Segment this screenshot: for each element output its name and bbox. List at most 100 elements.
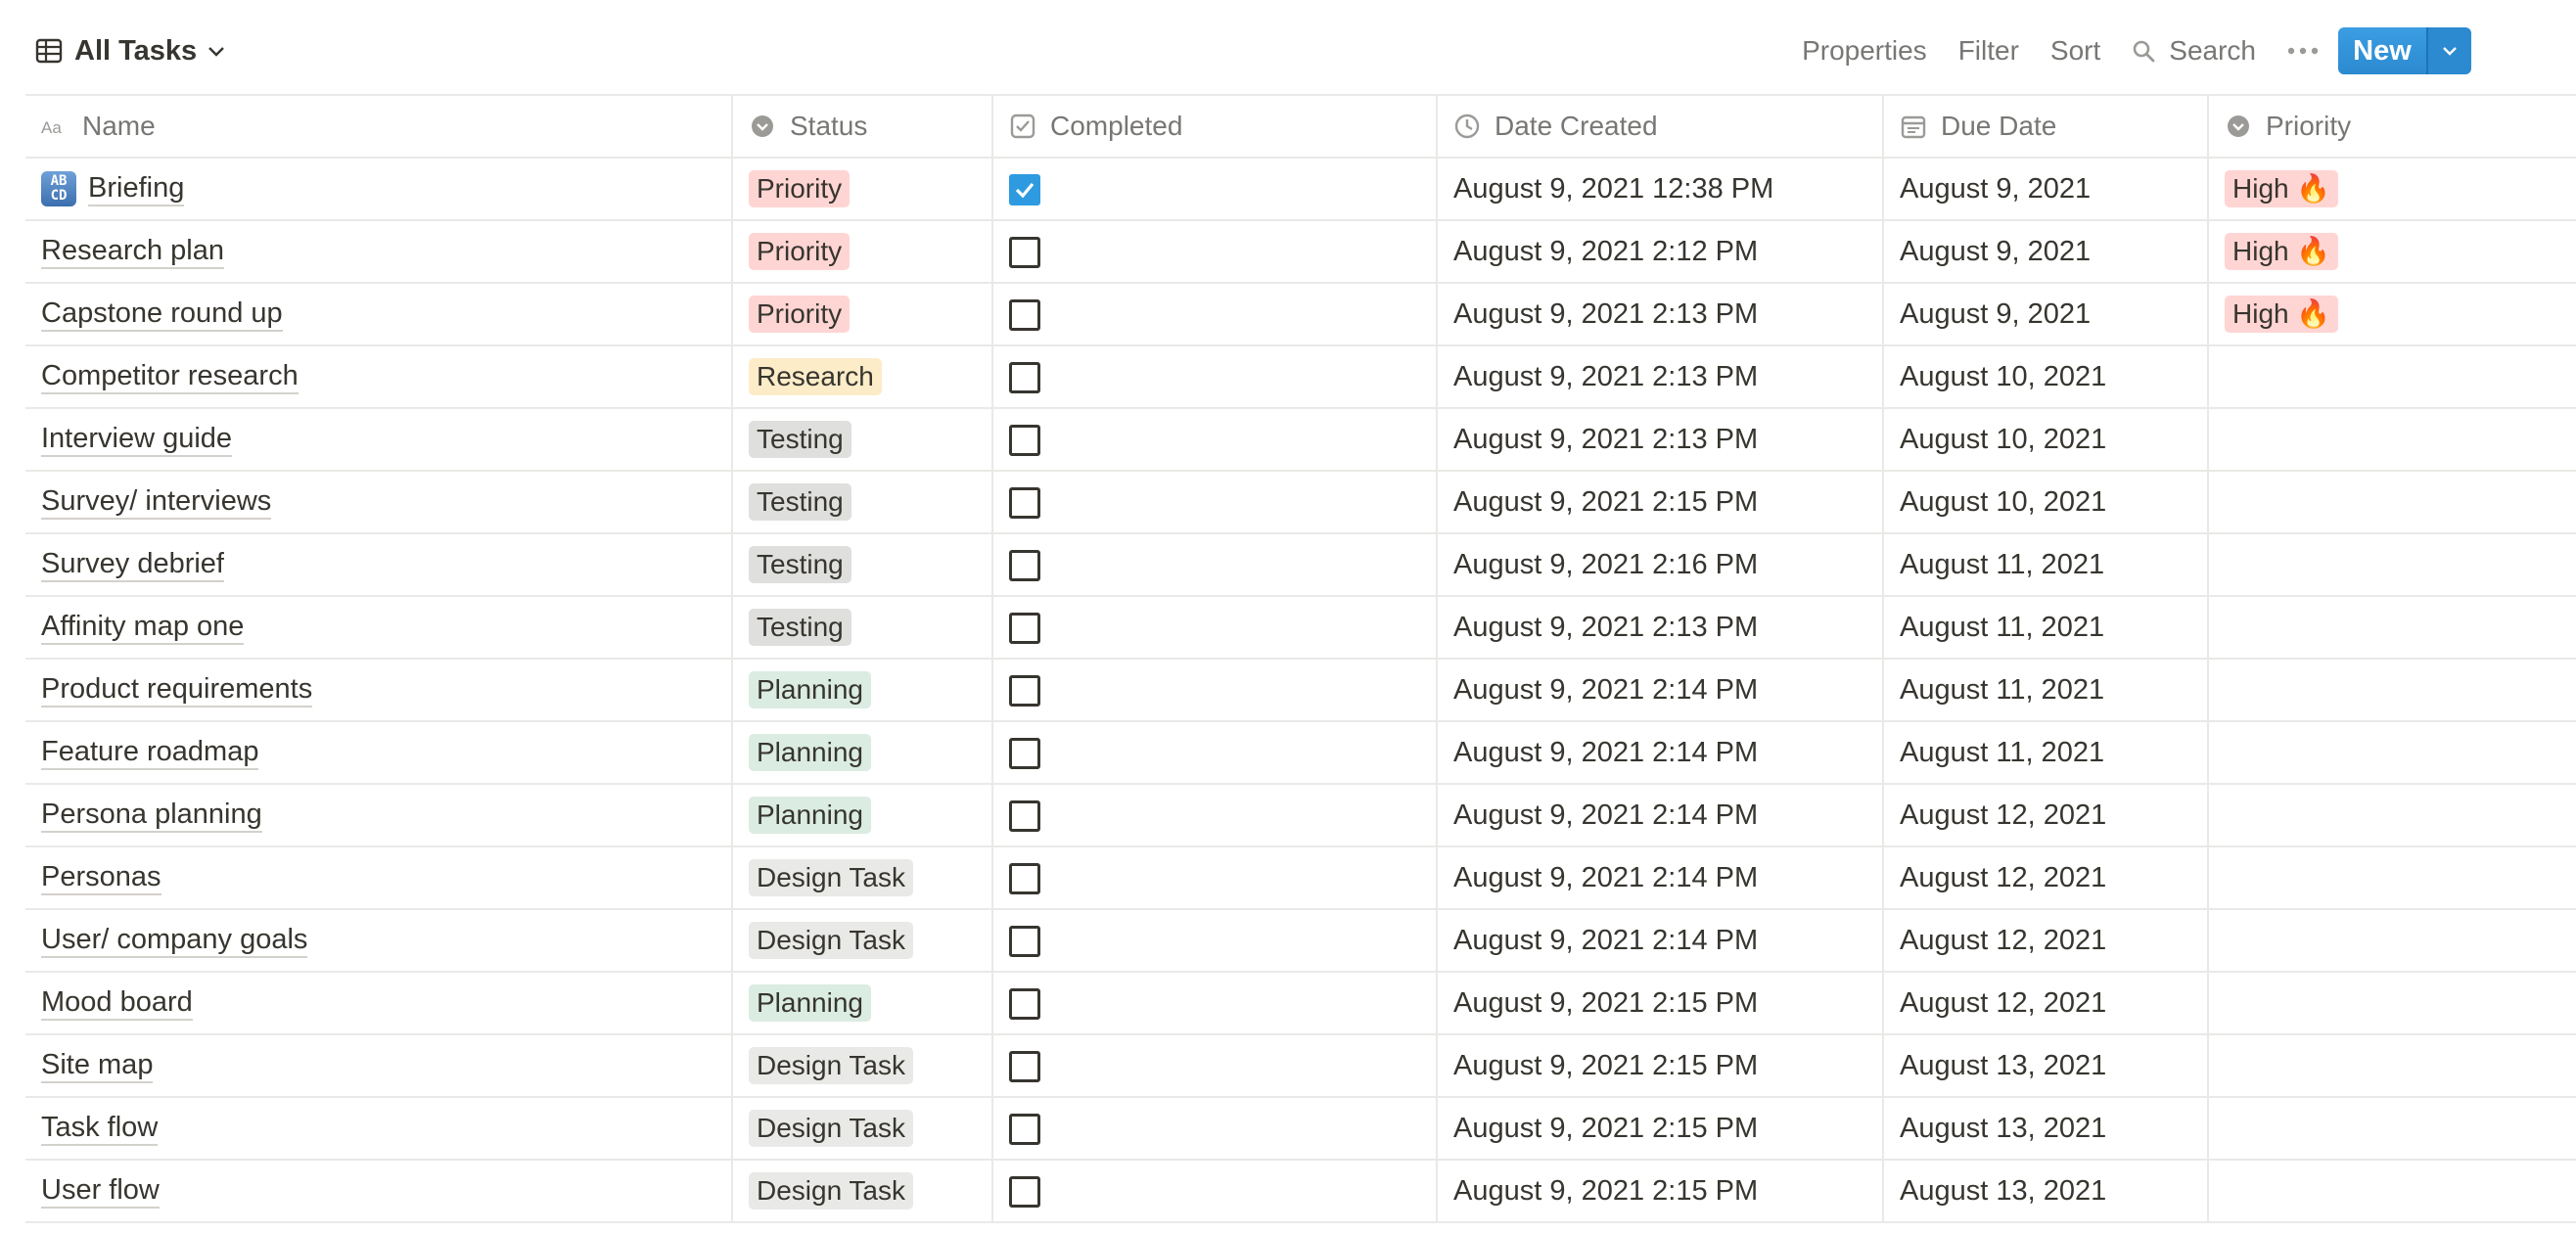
- due-date-cell[interactable]: August 12, 2021: [1883, 908, 2209, 973]
- due-date-cell[interactable]: August 12, 2021: [1883, 845, 2209, 910]
- priority-cell[interactable]: High 🔥: [2208, 219, 2576, 284]
- date-created-cell[interactable]: August 9, 2021 2:15 PM: [1437, 1096, 1884, 1161]
- status-cell[interactable]: Priority: [732, 157, 993, 221]
- date-created-cell[interactable]: August 9, 2021 2:13 PM: [1437, 344, 1884, 409]
- status-cell[interactable]: Testing: [732, 532, 993, 597]
- priority-cell[interactable]: [2208, 532, 2576, 597]
- name-cell[interactable]: Survey/ interviews: [25, 470, 733, 534]
- name-cell[interactable]: AB CD Briefing: [25, 157, 733, 221]
- status-cell[interactable]: Design Task: [732, 845, 993, 910]
- status-cell[interactable]: Priority: [732, 282, 993, 346]
- priority-cell[interactable]: [2208, 908, 2576, 973]
- priority-cell[interactable]: High 🔥: [2208, 282, 2576, 346]
- priority-cell[interactable]: [2208, 407, 2576, 472]
- task-name[interactable]: Capstone round up: [41, 297, 283, 332]
- name-cell[interactable]: Feature roadmap: [25, 720, 733, 785]
- priority-cell[interactable]: [2208, 658, 2576, 722]
- table-row[interactable]: Product requirements Planning August 9, 20…: [25, 658, 2576, 722]
- completed-checkbox[interactable]: [1009, 361, 1040, 393]
- table-row[interactable]: Site map Design Task August 9, 2021 2:15 P…: [25, 1033, 2576, 1098]
- status-cell[interactable]: Design Task: [732, 1159, 993, 1223]
- status-cell[interactable]: Design Task: [732, 1033, 993, 1098]
- due-date-cell[interactable]: August 10, 2021: [1883, 344, 2209, 409]
- name-cell[interactable]: Persona planning: [25, 783, 733, 847]
- task-name[interactable]: Research plan: [41, 234, 224, 269]
- priority-cell[interactable]: [2208, 845, 2576, 910]
- date-created-cell[interactable]: August 9, 2021 2:13 PM: [1437, 407, 1884, 472]
- new-dropdown-button[interactable]: [2426, 27, 2471, 74]
- name-cell[interactable]: User/ company goals: [25, 908, 733, 973]
- status-cell[interactable]: Planning: [732, 720, 993, 785]
- due-date-cell[interactable]: August 11, 2021: [1883, 720, 2209, 785]
- table-row[interactable]: Interview guide Testing August 9, 2021 2:1…: [25, 407, 2576, 472]
- properties-button[interactable]: Properties: [1786, 27, 1943, 74]
- completed-checkbox[interactable]: [1009, 424, 1040, 456]
- due-date-cell[interactable]: August 12, 2021: [1883, 783, 2209, 847]
- column-header-priority[interactable]: Priority: [2208, 94, 2576, 159]
- table-row[interactable]: Task flow Design Task August 9, 2021 2:15 …: [25, 1096, 2576, 1161]
- table-row[interactable]: Personas Design Task August 9, 2021 2:14 P…: [25, 845, 2576, 910]
- priority-cell[interactable]: [2208, 1033, 2576, 1098]
- completed-checkbox[interactable]: [1009, 1050, 1040, 1082]
- status-cell[interactable]: Planning: [732, 971, 993, 1035]
- due-date-cell[interactable]: August 11, 2021: [1883, 532, 2209, 597]
- completed-checkbox[interactable]: [1009, 737, 1040, 769]
- completed-checkbox[interactable]: [1009, 987, 1040, 1020]
- task-name[interactable]: Briefing: [88, 171, 185, 206]
- column-header-date-created[interactable]: Date Created: [1437, 94, 1884, 159]
- completed-checkbox[interactable]: [1009, 862, 1040, 894]
- status-cell[interactable]: Testing: [732, 407, 993, 472]
- task-name[interactable]: Survey/ interviews: [41, 484, 272, 520]
- date-created-cell[interactable]: August 9, 2021 2:14 PM: [1437, 908, 1884, 973]
- sort-button[interactable]: Sort: [2035, 27, 2116, 74]
- table-row[interactable]: Persona planning Planning August 9, 2021 2…: [25, 783, 2576, 847]
- due-date-cell[interactable]: August 13, 2021: [1883, 1096, 2209, 1161]
- name-cell[interactable]: Site map: [25, 1033, 733, 1098]
- table-row[interactable]: Research plan Priority August 9, 2021 2:12…: [25, 219, 2576, 284]
- due-date-cell[interactable]: August 13, 2021: [1883, 1033, 2209, 1098]
- status-cell[interactable]: Planning: [732, 658, 993, 722]
- task-name[interactable]: Mood board: [41, 985, 193, 1021]
- priority-cell[interactable]: [2208, 344, 2576, 409]
- table-row[interactable]: User flow Design Task August 9, 2021 2:15 …: [25, 1159, 2576, 1223]
- status-cell[interactable]: Testing: [732, 470, 993, 534]
- date-created-cell[interactable]: August 9, 2021 2:14 PM: [1437, 783, 1884, 847]
- column-header-due-date[interactable]: Due Date: [1883, 94, 2209, 159]
- completed-checkbox[interactable]: [1009, 236, 1040, 268]
- name-cell[interactable]: Capstone round up: [25, 282, 733, 346]
- table-row[interactable]: Survey/ interviews Testing August 9, 2021 …: [25, 470, 2576, 534]
- task-name[interactable]: Product requirements: [41, 672, 313, 708]
- table-row[interactable]: AB CD Briefing Priority August 9, 2021 12:38…: [25, 157, 2576, 221]
- table-row[interactable]: Affinity map one Testing August 9, 2021 2:…: [25, 595, 2576, 660]
- name-cell[interactable]: Research plan: [25, 219, 733, 284]
- table-row[interactable]: Capstone round up Priority August 9, 2021 …: [25, 282, 2576, 346]
- column-header-name[interactable]: Aa Name: [25, 94, 733, 159]
- filter-button[interactable]: Filter: [1943, 27, 2035, 74]
- name-cell[interactable]: User flow: [25, 1159, 733, 1223]
- name-cell[interactable]: Personas: [25, 845, 733, 910]
- due-date-cell[interactable]: August 12, 2021: [1883, 971, 2209, 1035]
- status-cell[interactable]: Design Task: [732, 1096, 993, 1161]
- due-date-cell[interactable]: August 10, 2021: [1883, 407, 2209, 472]
- status-cell[interactable]: Design Task: [732, 908, 993, 973]
- due-date-cell[interactable]: August 11, 2021: [1883, 595, 2209, 660]
- completed-checkbox[interactable]: [1009, 674, 1040, 707]
- task-name[interactable]: User flow: [41, 1173, 160, 1209]
- date-created-cell[interactable]: August 9, 2021 2:14 PM: [1437, 658, 1884, 722]
- task-name[interactable]: Competitor research: [41, 359, 299, 394]
- due-date-cell[interactable]: August 9, 2021: [1883, 282, 2209, 346]
- priority-cell[interactable]: [2208, 971, 2576, 1035]
- completed-checkbox[interactable]: [1009, 925, 1040, 957]
- view-selector[interactable]: All Tasks: [35, 29, 226, 72]
- completed-checkbox[interactable]: [1009, 799, 1040, 832]
- date-created-cell[interactable]: August 9, 2021 2:16 PM: [1437, 532, 1884, 597]
- completed-checkbox[interactable]: [1009, 612, 1040, 644]
- name-cell[interactable]: Task flow: [25, 1096, 733, 1161]
- table-row[interactable]: Mood board Planning August 9, 2021 2:15 PM…: [25, 971, 2576, 1035]
- name-cell[interactable]: Survey debrief: [25, 532, 733, 597]
- due-date-cell[interactable]: August 13, 2021: [1883, 1159, 2209, 1223]
- table-row[interactable]: Feature roadmap Planning August 9, 2021 2:…: [25, 720, 2576, 785]
- priority-cell[interactable]: High 🔥: [2208, 157, 2576, 221]
- task-name[interactable]: Site map: [41, 1048, 154, 1083]
- priority-cell[interactable]: [2208, 720, 2576, 785]
